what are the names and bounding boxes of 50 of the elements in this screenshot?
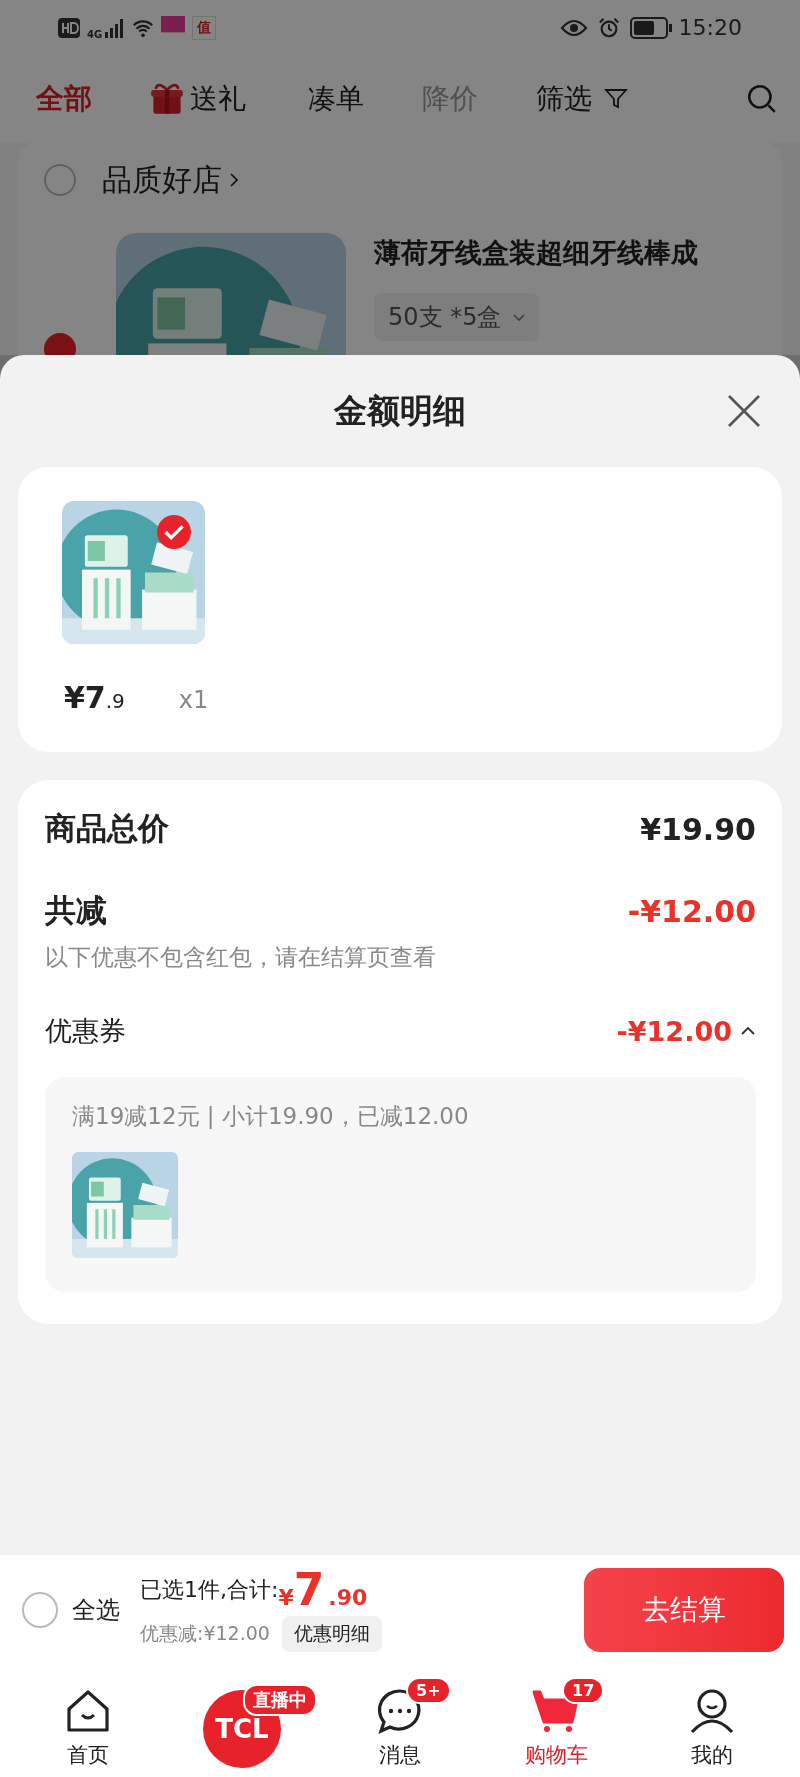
nav-tab[interactable]: 首页	[28, 1673, 148, 1769]
chevron-right-icon[interactable]	[230, 173, 238, 187]
network-label: 4G	[87, 28, 103, 40]
coupon-amount: -¥12.00	[616, 1015, 732, 1047]
filter-tab[interactable]: 全部	[36, 80, 92, 118]
item-quantity: x1	[178, 686, 209, 714]
store-checkbox[interactable]	[44, 164, 76, 196]
app-icon	[161, 15, 186, 40]
battery-icon	[629, 16, 672, 39]
discount-note: 以下优惠不包含红包，请在结算页查看	[45, 943, 437, 972]
signal-icon	[103, 17, 126, 38]
profile-icon	[688, 1687, 736, 1735]
select-all-label[interactable]: 全选	[72, 1594, 120, 1626]
filter-tab[interactable]: 筛选	[536, 80, 628, 118]
store-name[interactable]: 品质好店	[102, 159, 222, 201]
nav-tab[interactable]: 5+ 消息	[340, 1673, 460, 1769]
discount-detail-button[interactable]: 优惠明细	[281, 1616, 382, 1652]
caret-icon	[513, 314, 526, 322]
chevron-icon[interactable]	[740, 1026, 756, 1036]
product-title[interactable]: 薄荷牙线盒装超细牙线棒成	[374, 235, 698, 271]
spec-selector[interactable]: 50支 *5盒	[374, 293, 540, 341]
select-all-checkbox[interactable]	[22, 1592, 58, 1628]
nav-tab[interactable]: 17 购物车	[496, 1673, 616, 1769]
count-badge: 17	[562, 1677, 605, 1704]
close-icon[interactable]	[726, 393, 762, 429]
total-price: ¥7.90	[278, 1568, 368, 1612]
total-amount: ¥19.90	[640, 811, 756, 847]
filter-tab[interactable]: 送礼	[150, 80, 246, 118]
checkout-button[interactable]: 去结算	[584, 1568, 784, 1652]
clock-time: 15:20	[678, 15, 742, 40]
filter-tab[interactable]: 凑单	[308, 80, 364, 118]
total-label: 商品总价	[45, 809, 169, 848]
count-badge: 5+	[406, 1677, 451, 1704]
hd-icon	[58, 17, 80, 38]
selected-summary: 已选1件,合计:	[140, 1576, 279, 1604]
app-badge: 值	[192, 15, 217, 40]
discount-label: 共减	[45, 891, 107, 930]
savings-text: 优惠减:¥12.00	[140, 1621, 270, 1646]
coupon-label: 优惠券	[45, 1014, 126, 1048]
item-price: ¥7.9	[64, 680, 125, 715]
discount-amount: -¥12.00	[627, 893, 756, 929]
coupon-detail: 满19减12元 | 小计19.90，已减12.00	[72, 1102, 470, 1131]
home-icon	[64, 1687, 112, 1735]
nav-tab[interactable]: 我的	[652, 1673, 772, 1769]
wifi-icon	[132, 17, 155, 38]
filter-icon	[604, 87, 628, 111]
search-icon[interactable]	[746, 83, 778, 115]
live-badge: 直播中	[243, 1684, 317, 1716]
gift-icon	[150, 82, 184, 116]
sheet-title: 金额明细	[334, 389, 466, 432]
